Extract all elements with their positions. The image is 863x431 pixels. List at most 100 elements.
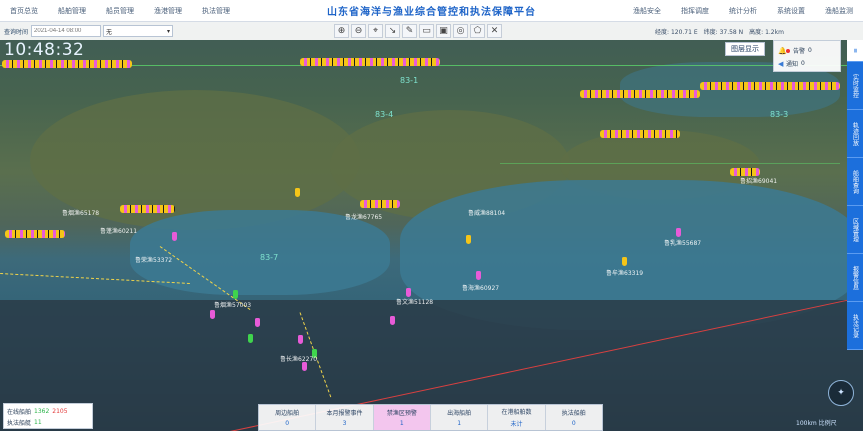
nav-item[interactable]: 渔船监测 (815, 6, 863, 16)
nav-item[interactable]: 渔船安全 (623, 6, 671, 16)
alert-row[interactable]: ◀ 通知 0 (778, 57, 836, 70)
circle-icon[interactable]: ◎ (453, 24, 469, 38)
nav-left: 首页总览 船舶管理 船员管理 渔港管理 执法管理 (0, 6, 240, 16)
nav-right: 渔船安全 指挥调度 统计分析 系统设置 渔船监测 (623, 6, 863, 16)
nav-item[interactable]: 船员管理 (96, 6, 144, 16)
alert-dot (786, 48, 790, 53)
stat-value: 0 (285, 420, 290, 427)
datetime-input[interactable] (31, 25, 102, 37)
stat-label: 禁渔区预警 (386, 410, 417, 417)
vessel-marker[interactable] (466, 235, 471, 244)
stat-tab[interactable]: 执法船舶 0 (546, 405, 602, 430)
vessel-marker[interactable] (476, 271, 481, 280)
bell-icon: 🔔 (778, 46, 787, 55)
zone-label: 83-7 (260, 253, 279, 262)
vessel-marker[interactable] (172, 232, 177, 241)
vessel-label: 鲁荣渔53372 (135, 257, 173, 264)
nav-item[interactable]: 指挥调度 (671, 6, 719, 16)
vessel-label: 鲁威渔88104 (468, 210, 506, 217)
alert-count: 0 (808, 47, 812, 54)
layers-button[interactable]: 图层显示 (725, 42, 765, 56)
rail-item[interactable]: 船舶查询 (847, 158, 863, 206)
vessel-cluster[interactable] (730, 168, 760, 176)
time-label: 查询时间 (4, 28, 29, 36)
locate-icon[interactable]: ⌖ (368, 24, 384, 38)
nav-item[interactable]: 船舶管理 (48, 6, 96, 16)
alert-panel: 🔔 告警 0 ◀ 通知 0 (773, 40, 841, 72)
speed-select[interactable]: 无 ▾ (103, 25, 174, 37)
rail-item[interactable]: 报警信息 (847, 254, 863, 302)
legend-row: 在线船舶 1362 2105 (7, 406, 89, 417)
stat-tab[interactable]: 周边船舶 0 (259, 405, 317, 430)
vessel-marker[interactable] (302, 362, 307, 371)
vessel-legend: 在线船舶 1362 2105 执法船艇 11 (3, 403, 93, 429)
area-icon[interactable]: ▭ (419, 24, 435, 38)
offline-count: 2105 (52, 408, 68, 415)
vessel-marker[interactable] (622, 257, 627, 266)
polygon-icon[interactable]: ⬠ (470, 24, 486, 38)
vessel-cluster[interactable] (600, 130, 680, 138)
vessel-marker[interactable] (233, 290, 238, 299)
vessel-cluster[interactable] (5, 230, 65, 238)
compass-icon[interactable]: ✦ (828, 380, 854, 406)
zone-label: 83-4 (375, 110, 394, 119)
coordinate-status: 经度: 120.71 E 纬度: 37.58 N 高度: 1.2km (655, 27, 790, 36)
vessel-cluster[interactable] (580, 90, 700, 98)
zoom-in-icon[interactable]: ⊕ (334, 24, 350, 38)
vessel-marker[interactable] (248, 334, 253, 343)
nav-item[interactable]: 渔港管理 (144, 6, 192, 16)
nav-item[interactable]: 系统设置 (767, 6, 815, 16)
vessel-cluster[interactable] (2, 60, 132, 68)
vessel-marker[interactable] (406, 288, 411, 297)
map-viewport[interactable]: 83-1 83-4 83-3 83-7 鲁烟渔65178 鲁蓬渔60211 鲁荣… (0, 0, 863, 431)
stat-value: 1 (457, 420, 462, 427)
nav-item[interactable]: 统计分析 (719, 6, 767, 16)
alert-row[interactable]: 🔔 告警 0 (778, 44, 836, 57)
rail-item[interactable]: 执法记录 (847, 302, 863, 350)
vessel-cluster[interactable] (300, 58, 440, 66)
stat-value: 0 (571, 420, 576, 427)
vessel-cluster[interactable] (700, 82, 840, 90)
chevron-down-icon: ▾ (167, 27, 171, 35)
stat-tab[interactable]: 本月报警事件 3 (316, 405, 374, 430)
rail-item[interactable]: 区域管理 (847, 206, 863, 254)
vessel-label: 鲁海渔60927 (462, 285, 500, 292)
stat-tab[interactable]: 在港船舶数 未计 (488, 405, 546, 430)
stat-tab[interactable]: 出海船舶 1 (431, 405, 489, 430)
nav-item[interactable]: 首页总览 (0, 6, 48, 16)
rail-item[interactable]: 轨迹回放 (847, 110, 863, 158)
vessel-marker[interactable] (390, 316, 395, 325)
stat-label: 周边船舶 (275, 410, 300, 417)
stat-label: 出海船舶 (447, 410, 472, 417)
vessel-cluster[interactable] (120, 205, 175, 213)
rectangle-icon[interactable]: ▣ (436, 24, 452, 38)
stats-bar: 周边船舶 0 本月报警事件 3 禁渔区预警 1 出海船舶 1 在港船舶数 未计 … (258, 404, 603, 431)
stat-label: 执法船舶 (561, 410, 586, 417)
vessel-cluster[interactable] (360, 200, 400, 208)
vessel-label: 鲁烟渔65178 (62, 210, 100, 217)
menu-icon[interactable]: ≡ (847, 40, 863, 62)
stat-tab[interactable]: 禁渔区预警 1 (373, 405, 431, 430)
alert-count: 0 (801, 60, 805, 67)
vessel-label: 鲁文渔51128 (396, 299, 434, 306)
clear-icon[interactable]: ✕ (487, 24, 503, 38)
vessel-label: 鲁长渔62270 (280, 356, 318, 363)
online-count: 1362 (34, 408, 50, 415)
legend-row: 执法船艇 11 (7, 417, 89, 428)
measure-icon[interactable]: ↘ (385, 24, 401, 38)
vessel-marker[interactable] (210, 310, 215, 319)
vessel-label: 鲁龙渔67765 (345, 214, 383, 221)
scale-bar: 100km 比例尺 (796, 420, 837, 427)
tool-group: ⊕ ⊖ ⌖ ↘ ✎ ▭ ▣ ◎ ⬠ ✕ (333, 24, 503, 38)
latitude-readout: 纬度: 37.58 N (703, 28, 744, 36)
vessel-marker[interactable] (295, 188, 300, 197)
side-rail: ≡ 实时监控 轨迹回放 船舶查询 区域管理 报警信息 执法记录 (847, 40, 863, 350)
draw-line-icon[interactable]: ✎ (402, 24, 418, 38)
vessel-marker[interactable] (676, 228, 681, 237)
vessel-marker[interactable] (255, 318, 260, 327)
stat-label: 本月报警事件 (326, 410, 363, 417)
nav-item[interactable]: 执法管理 (192, 6, 240, 16)
zoom-out-icon[interactable]: ⊖ (351, 24, 367, 38)
rail-item[interactable]: 实时监控 (847, 62, 863, 110)
vessel-marker[interactable] (298, 335, 303, 344)
